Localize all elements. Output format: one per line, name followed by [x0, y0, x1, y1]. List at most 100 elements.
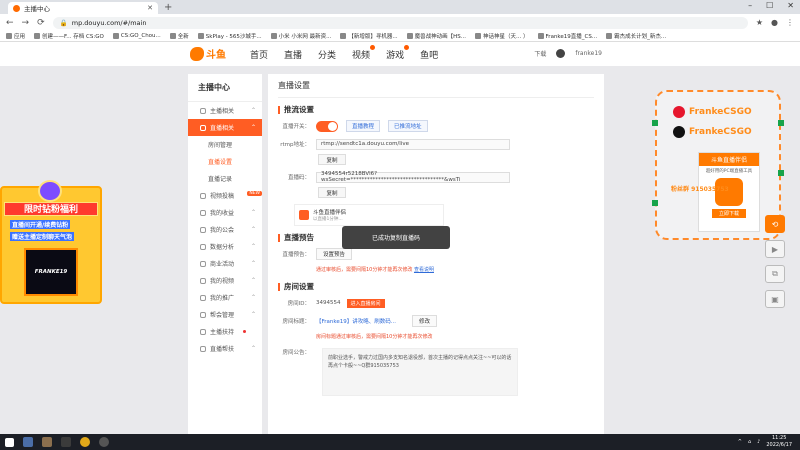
profile-icon[interactable]: ●	[771, 18, 778, 27]
url-field[interactable]: 🔒 mp.douyu.com/#/main	[52, 16, 748, 29]
sidebar-item-label: 商业活动	[210, 261, 235, 268]
handle-icon[interactable]	[778, 170, 784, 176]
clock[interactable]: 11:25 2022/6/17	[766, 435, 792, 448]
sidebar-item[interactable]: 主播相关 ⌃	[188, 102, 262, 119]
forward-icon[interactable]: →	[22, 18, 30, 28]
room-id-value: 3494554	[316, 300, 341, 306]
screenshot-icon[interactable]: ⧉	[765, 265, 785, 283]
chevron-icon: ⌃	[250, 243, 256, 250]
sidebar-item[interactable]: 我的推广 ⌃	[188, 289, 262, 306]
bookmark-item[interactable]: 霸杰成长计划_新杰...	[606, 32, 666, 40]
chrome-icon[interactable]	[80, 437, 90, 447]
douyu-logo[interactable]: 斗鱼	[190, 46, 226, 61]
bookmark-favicon-icon	[6, 33, 12, 39]
weibo-handle: FrankeCSGO	[689, 107, 752, 117]
browser-tab[interactable]: 主播中心 ✕	[8, 2, 158, 14]
taskbar-app-icon[interactable]	[23, 437, 33, 447]
sidebar-item[interactable]: 数据分析 ⌃	[188, 238, 262, 255]
new-tab-icon[interactable]: +	[164, 2, 172, 13]
edit-title-button[interactable]: 修改	[412, 315, 438, 327]
rtmp-field[interactable]: rtmp://sendtc1a.douyu.com/live	[316, 138, 510, 150]
notice-label: 房间公告：	[282, 350, 310, 356]
sidebar-item[interactable]: 视频投稿 NEW	[188, 187, 262, 204]
gift-icon[interactable]: ▣	[765, 290, 785, 308]
windows-start-icon[interactable]	[5, 437, 14, 447]
companion-promo[interactable]: 斗鱼直播伴侣 以直播1分钟...	[294, 204, 444, 226]
sidebar-item[interactable]: 我的公会 ⌃	[188, 221, 262, 238]
sidebar-item-icon	[200, 209, 206, 216]
enter-room-button[interactable]: 进入直播房间	[346, 298, 385, 308]
stream-record-link[interactable]: 已推流地址	[388, 120, 428, 132]
copy-code-button[interactable]: 复制	[318, 187, 346, 198]
tutorial-link[interactable]: 直播教程	[346, 120, 381, 132]
handle-icon[interactable]	[652, 200, 658, 206]
play-tool-icon[interactable]: ▶	[765, 240, 785, 258]
bookmark-item[interactable]: SkPlay - 565沙城手...	[197, 32, 262, 40]
sidebar-item[interactable]: 商业活动 ⌃	[188, 255, 262, 272]
sidebar-item[interactable]: 直播帮扶 ⌃	[188, 340, 262, 357]
sidebar-item-icon	[200, 260, 206, 267]
nav-game[interactable]: 游戏	[386, 45, 410, 61]
download-link[interactable]: 下载	[534, 49, 546, 58]
close-window-icon[interactable]: ✕	[787, 1, 794, 10]
handle-icon[interactable]	[778, 120, 784, 126]
view-guide-link[interactable]: 查看说明	[414, 267, 434, 273]
sidebar-subitem[interactable]: 直播设置	[188, 153, 262, 170]
bookmark-label: 小米 小米网 最新资...	[278, 34, 332, 40]
sidebar-subitem[interactable]: 直播记录	[188, 170, 262, 187]
page-title: 直播设置	[278, 80, 594, 98]
bookmark-item[interactable]: 魔兽战神动画【HS...	[406, 32, 466, 40]
sidebar-item[interactable]: 我的视频 ⌃	[188, 272, 262, 289]
sidebar-item[interactable]: 我的收益 ⌃	[188, 204, 262, 221]
chevron-icon: ⌃	[250, 107, 256, 114]
copy-rtmp-button[interactable]: 复制	[318, 154, 346, 165]
sidebar-item[interactable]: 主播扶持	[188, 323, 262, 340]
share-icon[interactable]: ⟲	[765, 215, 785, 233]
bookmark-item[interactable]: Franke19直播_CS...	[537, 32, 597, 40]
bookmark-item[interactable]: CS:GO_Chou...	[112, 33, 161, 39]
logo-text: 斗鱼	[206, 50, 226, 61]
bookmark-star-icon[interactable]: ★	[756, 18, 763, 27]
rtmp-label: rtmp地址：	[280, 142, 310, 148]
stream-code-field[interactable]: 3494554r5218BVl6?wsSecret=**************…	[316, 171, 510, 183]
avatar[interactable]	[556, 49, 566, 58]
promo-line-1: 直播间开通/续费钻粉	[10, 220, 71, 229]
sidebar-item-icon	[200, 277, 206, 284]
menu-icon[interactable]: ⋮	[786, 18, 794, 27]
tray-chevron-icon[interactable]: ^	[738, 439, 742, 445]
taskbar-app-icon[interactable]	[61, 437, 71, 447]
bookmark-item[interactable]: 【新增版】寻机器...	[340, 32, 398, 40]
set-preview-button[interactable]: 设置预告	[316, 248, 353, 260]
handle-icon[interactable]	[652, 120, 658, 126]
nav-home[interactable]: 首页	[250, 48, 268, 61]
obs-icon[interactable]	[99, 437, 109, 447]
download-now-button[interactable]: 立即下载	[712, 209, 746, 218]
sidebar-subitem[interactable]: 房间管理	[188, 136, 262, 153]
bookmark-item[interactable]: 应用	[6, 32, 25, 40]
username[interactable]: franke19	[575, 50, 602, 57]
close-tab-icon[interactable]: ✕	[147, 4, 153, 12]
nav-fishbar[interactable]: 鱼吧	[420, 48, 438, 61]
notice-textarea[interactable]: 前职业选手，警戒力过国内多支知名退役部，首次主播的记得点点关注~~可以的话再点个…	[322, 348, 518, 396]
nav-category[interactable]: 分类	[318, 48, 336, 61]
bookmark-item[interactable]: 全新	[169, 32, 189, 40]
address-bar-row: ← → ⟳ 🔒 mp.douyu.com/#/main ★ ● ⋮	[0, 14, 800, 31]
maximize-icon[interactable]: ☐	[766, 1, 773, 10]
bookmark-item[interactable]: 神话神星（天... ）	[475, 32, 529, 40]
sidebar-item[interactable]: 帮会管理 ⌃	[188, 306, 262, 323]
reload-icon[interactable]: ⟳	[37, 18, 45, 28]
live-switch-toggle[interactable]	[316, 120, 338, 132]
network-icon[interactable]: ⌂	[748, 439, 751, 445]
minimize-icon[interactable]: –	[748, 1, 752, 10]
sidebar-item[interactable]: 直播相关 ⌃	[188, 119, 262, 136]
volume-icon[interactable]: ♪	[757, 439, 760, 445]
nav-live[interactable]: 直播	[284, 48, 302, 61]
bookmark-label: 创建——F... 存档 CS:GO	[42, 34, 104, 40]
back-icon[interactable]: ←	[6, 18, 14, 28]
bookmark-item[interactable]: 创建——F... 存档 CS:GO	[34, 32, 104, 40]
sidebar-item-icon	[200, 124, 206, 131]
weibo-row: FrankeCSGO	[673, 106, 752, 118]
nav-video[interactable]: 视频	[352, 45, 376, 61]
bookmark-item[interactable]: 小米 小米网 最新资...	[270, 32, 332, 40]
taskbar-app-icon[interactable]	[42, 437, 52, 447]
